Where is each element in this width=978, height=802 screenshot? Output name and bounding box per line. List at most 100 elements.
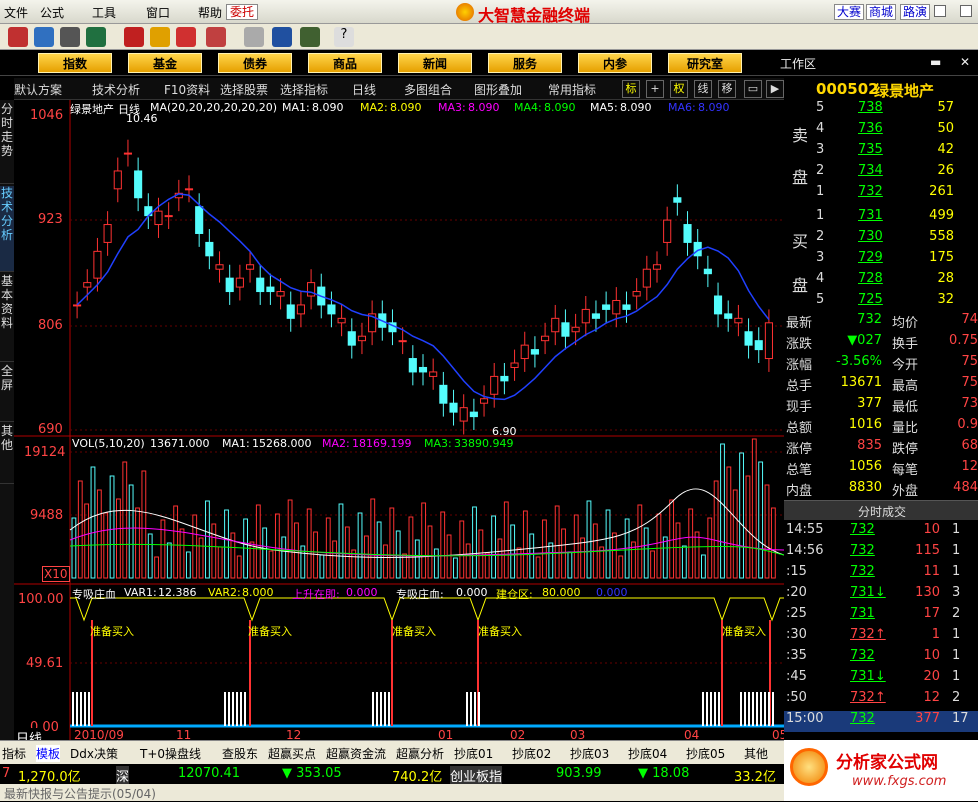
sell-row[interactable]: 1 732 261 (784, 184, 978, 205)
multi-chart[interactable]: 多图组合 (404, 81, 452, 98)
bottom-tab[interactable]: 其他 (744, 745, 768, 762)
chart-area[interactable]: 绿景地产 日线 MA(20,20,20,20,20,20) MA1: 8.090… (14, 100, 787, 747)
mark-button[interactable]: 标 (622, 80, 640, 98)
tool-icon-11[interactable] (300, 27, 320, 47)
menu-file[interactable]: 文件 (4, 4, 28, 21)
vol-ma3-value: 33890.949 (454, 437, 514, 450)
overlay-chart[interactable]: 图形叠加 (474, 81, 522, 98)
expand-icon[interactable]: ▶ (766, 80, 784, 98)
nav-news[interactable]: 新闻 (398, 53, 472, 73)
close-panel-icon[interactable]: ✕ (960, 55, 970, 69)
contest-button[interactable]: 大赛 (834, 4, 865, 20)
nav-insider[interactable]: 内参 (578, 53, 652, 73)
nav-commodity[interactable]: 商品 (308, 53, 382, 73)
nav-research[interactable]: 研究室 (668, 53, 742, 73)
menu-help[interactable]: 帮助 (198, 4, 222, 21)
select-indicator[interactable]: 选择指标 (280, 81, 328, 98)
tab-intraday[interactable]: 分时走势 (0, 102, 14, 184)
tool-icon-1[interactable] (8, 27, 28, 47)
menu-formula[interactable]: 公式 (40, 4, 64, 21)
move-button[interactable]: 移 (718, 80, 736, 98)
workspace-label[interactable]: 工作区 (780, 55, 816, 72)
bottom-tab[interactable]: 查股东 (222, 745, 258, 762)
ma1-label: MA1: (282, 101, 310, 114)
bottom-tab[interactable]: 超赢买点 (268, 745, 316, 762)
stat-row: 涨停 835 跌停 68 (786, 438, 978, 457)
minimize-icon[interactable] (934, 5, 946, 17)
bottom-tab[interactable]: 模板 (36, 745, 61, 762)
bottom-tab[interactable]: 指标 (2, 745, 26, 762)
tool-icon-5[interactable] (124, 27, 144, 47)
bottom-tab[interactable]: 抄底03 (570, 745, 609, 762)
ind-var1-value: 12.386 (158, 586, 197, 599)
ticks-header: 分时成交 (784, 500, 978, 520)
bottom-tab[interactable]: 超赢分析 (396, 745, 444, 762)
tech-analysis-dropdown[interactable]: 技术分析 (92, 81, 140, 98)
sell-row[interactable]: 3 735 42 (784, 142, 978, 163)
ticker-gem-label[interactable]: 创业板指 (450, 766, 503, 785)
nav-fund[interactable]: 基金 (128, 53, 202, 73)
help-icon[interactable]: ? (334, 27, 354, 47)
bottom-tab[interactable]: Ddx决策 (70, 745, 118, 762)
ticker-sz-index: 12070.41 (178, 766, 241, 781)
menu-tools[interactable]: 工具 (92, 4, 116, 21)
bottom-tab[interactable]: 抄底05 (686, 745, 725, 762)
close-icon[interactable] (960, 5, 972, 17)
buy-signal-5: 准备买入 (722, 625, 766, 638)
nav-service[interactable]: 服务 (488, 53, 562, 73)
tick-row: :50 732↑ 12 2 (786, 690, 961, 705)
tool-icon-7[interactable] (176, 27, 196, 47)
buy-row[interactable]: 5 725 32 (784, 292, 978, 313)
mall-button[interactable]: 商城 (866, 4, 897, 20)
ma4-value: 8.090 (544, 101, 576, 114)
ind-y-high: 100.00 (18, 592, 64, 607)
bottom-tab[interactable]: 抄底01 (454, 745, 493, 762)
crosshair-button[interactable]: + (646, 80, 664, 98)
bottom-tab[interactable]: 抄底02 (512, 745, 551, 762)
f10-dropdown[interactable]: F10资料 (164, 81, 210, 98)
roadshow-button[interactable]: 路演 (900, 4, 931, 20)
tick-row: :35 732 10 1 (786, 648, 961, 663)
ticker-sz-label[interactable]: 深 (116, 766, 130, 785)
nav-bond[interactable]: 债券 (218, 53, 292, 73)
panel-icon[interactable]: ▭ (744, 80, 762, 98)
sell-row[interactable]: 2 734 26 (784, 163, 978, 184)
line-button[interactable]: 线 (694, 80, 712, 98)
sell-row[interactable]: 5 738 57 (784, 100, 978, 121)
default-scheme[interactable]: 默认方案 (14, 81, 62, 98)
menu-window[interactable]: 窗口 (146, 4, 170, 21)
tool-icon-10[interactable] (272, 27, 292, 47)
binoculars-icon[interactable] (60, 27, 80, 47)
tick-row: 14:56 732 115 1 (786, 543, 961, 558)
entrust-button[interactable]: 委托 (226, 4, 259, 20)
nav-index[interactable]: 指数 (38, 53, 112, 73)
ind-var2-value: 8.000 (242, 586, 274, 599)
common-indicators[interactable]: 常用指标 (548, 81, 596, 98)
tool-icon-9[interactable] (244, 27, 264, 47)
tool-icon-2[interactable] (34, 27, 54, 47)
buy-row[interactable]: 3 729 175 (784, 250, 978, 271)
bottom-tab[interactable]: 超赢资金流 (326, 745, 386, 762)
sell-row[interactable]: 4 736 50 (784, 121, 978, 142)
tab-fullscreen[interactable]: 全屏 (0, 364, 14, 422)
ind-y-mid: 49.61 (26, 656, 64, 671)
bottom-tab[interactable]: 抄底04 (628, 745, 667, 762)
buy-row[interactable]: 4 728 28 (784, 271, 978, 292)
select-stock[interactable]: 选择股票 (220, 81, 268, 98)
restore-icon[interactable]: ▬ (930, 55, 941, 69)
tab-fundamentals[interactable]: 基本资料 (0, 274, 14, 362)
rights-button[interactable]: 权 (670, 80, 688, 98)
buy-row[interactable]: 1 731 499 (784, 208, 978, 229)
stock-name: 绿景地产 (874, 82, 935, 100)
tool-icon-4[interactable] (86, 27, 106, 47)
buy-row[interactable]: 2 730 558 (784, 229, 978, 250)
chart-svg (14, 100, 784, 740)
tab-other[interactable]: 其他 (0, 424, 14, 484)
status-text[interactable]: 最新快报与公告提示(05/04) (4, 785, 156, 802)
period-dropdown[interactable]: 日线 (352, 81, 376, 98)
buy-signal-1: 准备买入 (90, 625, 134, 638)
bottom-tab[interactable]: T+0操盘线 (140, 745, 201, 762)
tool-icon-6[interactable] (150, 27, 170, 47)
tool-icon-8[interactable] (206, 27, 226, 47)
tab-tech-analysis[interactable]: 技术分析 (0, 186, 14, 272)
